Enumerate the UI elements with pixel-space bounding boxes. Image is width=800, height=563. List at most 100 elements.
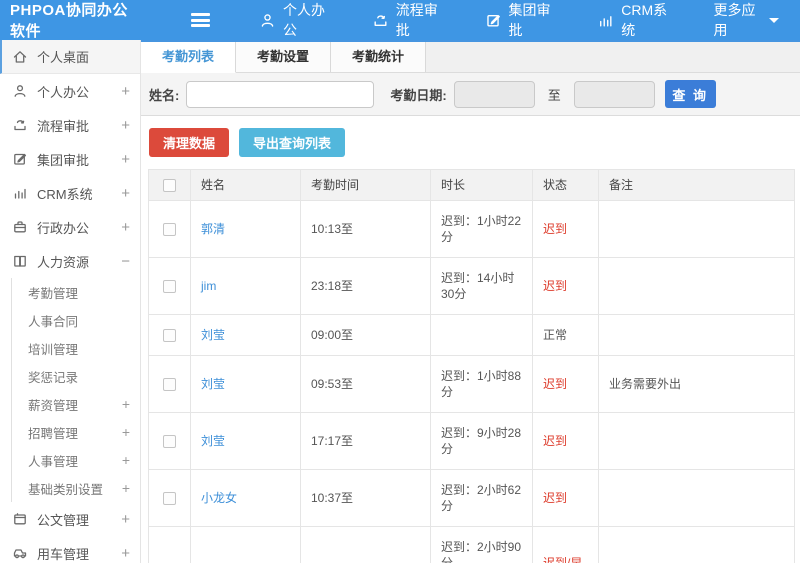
employee-name-link[interactable]: 刘莹	[201, 377, 225, 391]
sidebar-item[interactable]: 用车管理 +	[0, 536, 140, 563]
doc-icon	[12, 511, 28, 527]
status-badge: 迟到	[532, 257, 599, 315]
sidebar-item[interactable]: CRM系统 +	[0, 176, 140, 210]
tab[interactable]: 考勤设置	[236, 42, 332, 72]
expand-toggle-icon[interactable]: +	[122, 424, 130, 440]
sidebar-item[interactable]: 公文管理 +	[0, 502, 140, 536]
sidebar-subitem[interactable]: 招聘管理 +	[0, 418, 140, 446]
tab-bar: 考勤列表 考勤设置 考勤统计	[141, 42, 800, 73]
clean-data-button[interactable]: 清理数据	[149, 128, 230, 157]
duration: 迟到：9小时28分	[430, 412, 533, 470]
date-to-input[interactable]	[573, 80, 655, 108]
employee-name-link[interactable]: 刘莹	[201, 328, 225, 342]
expand-toggle-icon[interactable]: −	[121, 253, 130, 270]
note: 业务需要外出	[598, 355, 795, 413]
sidebar-item[interactable]: 集团审批 +	[0, 142, 140, 176]
chart-icon	[12, 185, 28, 201]
tab[interactable]: 考勤统计	[331, 42, 427, 72]
sidebar-subitem[interactable]: 薪资管理 +	[0, 390, 140, 418]
row-checkbox[interactable]	[163, 329, 176, 343]
select-all-checkbox[interactable]	[163, 179, 176, 193]
table-row: 刘莹 09:53至 迟到：1小时88分 迟到 业务需要外出	[148, 355, 795, 413]
sidebar-subitem[interactable]: 考勤管理	[0, 278, 140, 306]
name-filter-input[interactable]	[186, 80, 375, 108]
note: 1111	[598, 526, 795, 563]
table-row: 管理员 10:54至10:54 迟到：2小时90分早退：7小时10分 迟到/早退…	[148, 526, 795, 563]
caret-down-icon	[769, 17, 780, 23]
row-checkbox[interactable]	[163, 435, 176, 449]
status-badge: 正常	[532, 314, 599, 356]
expand-toggle-icon[interactable]: +	[121, 545, 130, 562]
sidebar-subitem[interactable]: 基础类别设置 +	[0, 474, 140, 502]
sidebar-subitem[interactable]: 人事管理 +	[0, 446, 140, 474]
sidebar-item[interactable]: 人力资源 −	[0, 244, 140, 278]
expand-toggle-icon[interactable]: +	[122, 452, 130, 468]
duration: 迟到：2小时90分早退：7小时10分	[430, 526, 533, 563]
table-row: 刘莹 09:00至 正常	[148, 314, 795, 356]
expand-toggle-icon[interactable]: +	[121, 117, 130, 134]
sidebar-item[interactable]: 流程审批 +	[0, 108, 140, 142]
menu-toggle-icon[interactable]	[191, 13, 210, 27]
expand-toggle-icon[interactable]: +	[122, 480, 130, 496]
top-nav-item[interactable]: 集团审批	[485, 0, 556, 40]
date-from-input[interactable]	[453, 80, 535, 108]
expand-toggle-icon[interactable]: +	[121, 511, 130, 528]
expand-toggle-icon[interactable]: +	[121, 219, 130, 236]
user-icon	[259, 12, 276, 29]
action-bar: 清理数据 导出查询列表	[141, 116, 800, 169]
employee-name-link[interactable]: 小龙女	[201, 491, 237, 505]
top-nav-item[interactable]: 流程审批	[372, 0, 443, 40]
attendance-time: 23:18至	[300, 257, 431, 315]
top-nav-item[interactable]: 个人办公	[259, 0, 330, 40]
sidebar-subitem[interactable]: 人事合同	[0, 306, 140, 334]
note	[598, 314, 795, 356]
search-button[interactable]: 查 询	[664, 80, 716, 108]
duration: 迟到：14小时30分	[430, 257, 533, 315]
expand-toggle-icon[interactable]: +	[121, 185, 130, 202]
employee-name-link[interactable]: 刘莹	[201, 434, 225, 448]
tab[interactable]: 考勤列表	[141, 42, 237, 73]
row-checkbox[interactable]	[163, 280, 176, 294]
sidebar-item[interactable]: 行政办公 +	[0, 210, 140, 244]
sidebar-subitem[interactable]: 培训管理	[0, 334, 140, 362]
top-nav-item[interactable]: 更多应用	[714, 0, 780, 40]
expand-toggle-icon[interactable]: +	[122, 396, 130, 412]
sidebar-item[interactable]: 个人办公 +	[0, 74, 140, 108]
name-filter-label: 姓名:	[149, 87, 180, 103]
export-list-button[interactable]: 导出查询列表	[239, 128, 346, 157]
attendance-time: 10:37至	[300, 469, 431, 527]
attendance-table: 姓名 考勤时间 时长 状态 备注 郭清 10:13至 迟到：1小时22分 迟到	[148, 169, 795, 563]
note	[598, 412, 795, 470]
col-header-status: 状态	[532, 169, 599, 201]
edit-icon	[12, 151, 28, 167]
table-row: 刘莹 17:17至 迟到：9小时28分 迟到	[148, 412, 795, 470]
sidebar-item[interactable]: 个人桌面	[0, 40, 140, 74]
status-badge: 迟到	[532, 412, 599, 470]
table-header-row: 姓名 考勤时间 时长 状态 备注	[148, 169, 795, 201]
attendance-time: 09:00至	[300, 314, 431, 356]
expand-toggle-icon[interactable]: +	[121, 151, 130, 168]
row-checkbox[interactable]	[163, 492, 176, 506]
top-nav-item[interactable]: CRM系统	[597, 0, 671, 40]
status-badge: 迟到	[532, 200, 599, 258]
home-icon	[12, 49, 28, 65]
top-navbar: PHPOA协同办公软件 个人办公 流程审批 集团审批 CRM系统 更多应用	[0, 0, 800, 40]
employee-name-link[interactable]: jim	[201, 279, 216, 293]
employee-name-link[interactable]: 郭清	[201, 222, 225, 236]
chart-icon	[597, 12, 614, 29]
expand-toggle-icon[interactable]: +	[121, 83, 130, 100]
filter-bar: 姓名: 考勤日期: 至 查 询	[141, 73, 800, 116]
attendance-time: 17:17至	[300, 412, 431, 470]
table-row: jim 23:18至 迟到：14小时30分 迟到	[148, 257, 795, 315]
attendance-time: 10:54至10:54	[300, 526, 431, 563]
note	[598, 257, 795, 315]
flow-icon	[372, 12, 389, 29]
row-checkbox[interactable]	[163, 378, 176, 392]
col-header-duration: 时长	[430, 169, 533, 201]
status-badge: 迟到/早退	[532, 526, 599, 563]
app-title: PHPOA协同办公软件	[10, 2, 128, 40]
row-checkbox[interactable]	[163, 223, 176, 237]
status-badge: 迟到	[532, 469, 599, 527]
sidebar-subitem[interactable]: 奖惩记录	[0, 362, 140, 390]
sidebar: 个人桌面 个人办公 + 流程审批 + 集团审批 + CRM系统 + 行政办公 +…	[0, 40, 141, 563]
